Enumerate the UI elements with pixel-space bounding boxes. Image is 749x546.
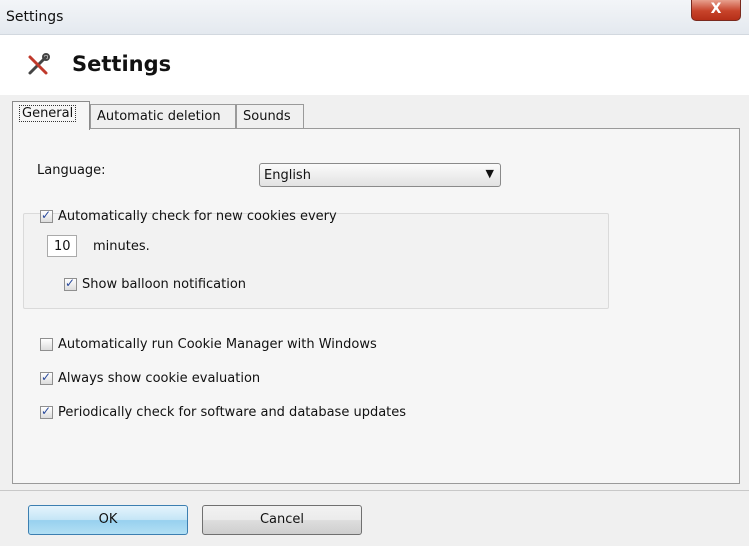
minutes-input[interactable]: 10 bbox=[47, 235, 77, 257]
run-with-windows-label: Automatically run Cookie Manager with Wi… bbox=[58, 337, 377, 352]
cookie-check-group bbox=[23, 213, 609, 309]
dialog-title: Settings bbox=[72, 52, 172, 76]
balloon-label: Show balloon notification bbox=[82, 277, 247, 292]
cancel-button[interactable]: Cancel bbox=[202, 505, 362, 535]
minutes-label: minutes. bbox=[93, 239, 150, 254]
show-evaluation-box[interactable] bbox=[40, 370, 53, 385]
general-tab-panel: Language: English ▼ Automatically check … bbox=[12, 128, 740, 484]
chevron-down-icon: ▼ bbox=[485, 167, 494, 180]
auto-check-label: Automatically check for new cookies ever… bbox=[58, 209, 337, 224]
tab-sounds-label: Sounds bbox=[243, 109, 291, 124]
language-label: Language: bbox=[37, 163, 106, 178]
tab-general-label: General bbox=[19, 105, 77, 122]
check-updates-label: Periodically check for software and data… bbox=[58, 405, 407, 420]
run-with-windows-box[interactable] bbox=[40, 338, 53, 351]
language-value: English bbox=[264, 168, 311, 183]
tab-automatic-deletion[interactable]: Automatic deletion bbox=[90, 104, 236, 128]
tools-icon bbox=[28, 53, 50, 75]
dialog-header: Settings bbox=[0, 35, 749, 95]
close-button[interactable]: X bbox=[691, 0, 741, 21]
minutes-value: 10 bbox=[54, 239, 71, 254]
show-evaluation-label: Always show cookie evaluation bbox=[58, 371, 261, 386]
check-updates-box[interactable] bbox=[40, 404, 53, 419]
ok-button[interactable]: OK bbox=[28, 505, 188, 535]
tab-general[interactable]: General bbox=[12, 101, 90, 130]
auto-check-box[interactable] bbox=[40, 208, 53, 223]
tab-sounds[interactable]: Sounds bbox=[236, 104, 304, 128]
title-bar: Settings X bbox=[0, 0, 749, 35]
language-select[interactable]: English ▼ bbox=[259, 163, 501, 187]
tab-automatic-deletion-label: Automatic deletion bbox=[97, 109, 221, 124]
window-title: Settings bbox=[6, 9, 64, 25]
balloon-box[interactable] bbox=[64, 276, 77, 291]
button-bar: OK Cancel bbox=[0, 490, 749, 546]
ok-button-label: OK bbox=[98, 512, 118, 527]
close-icon: X bbox=[710, 1, 722, 17]
cancel-button-label: Cancel bbox=[259, 512, 305, 527]
